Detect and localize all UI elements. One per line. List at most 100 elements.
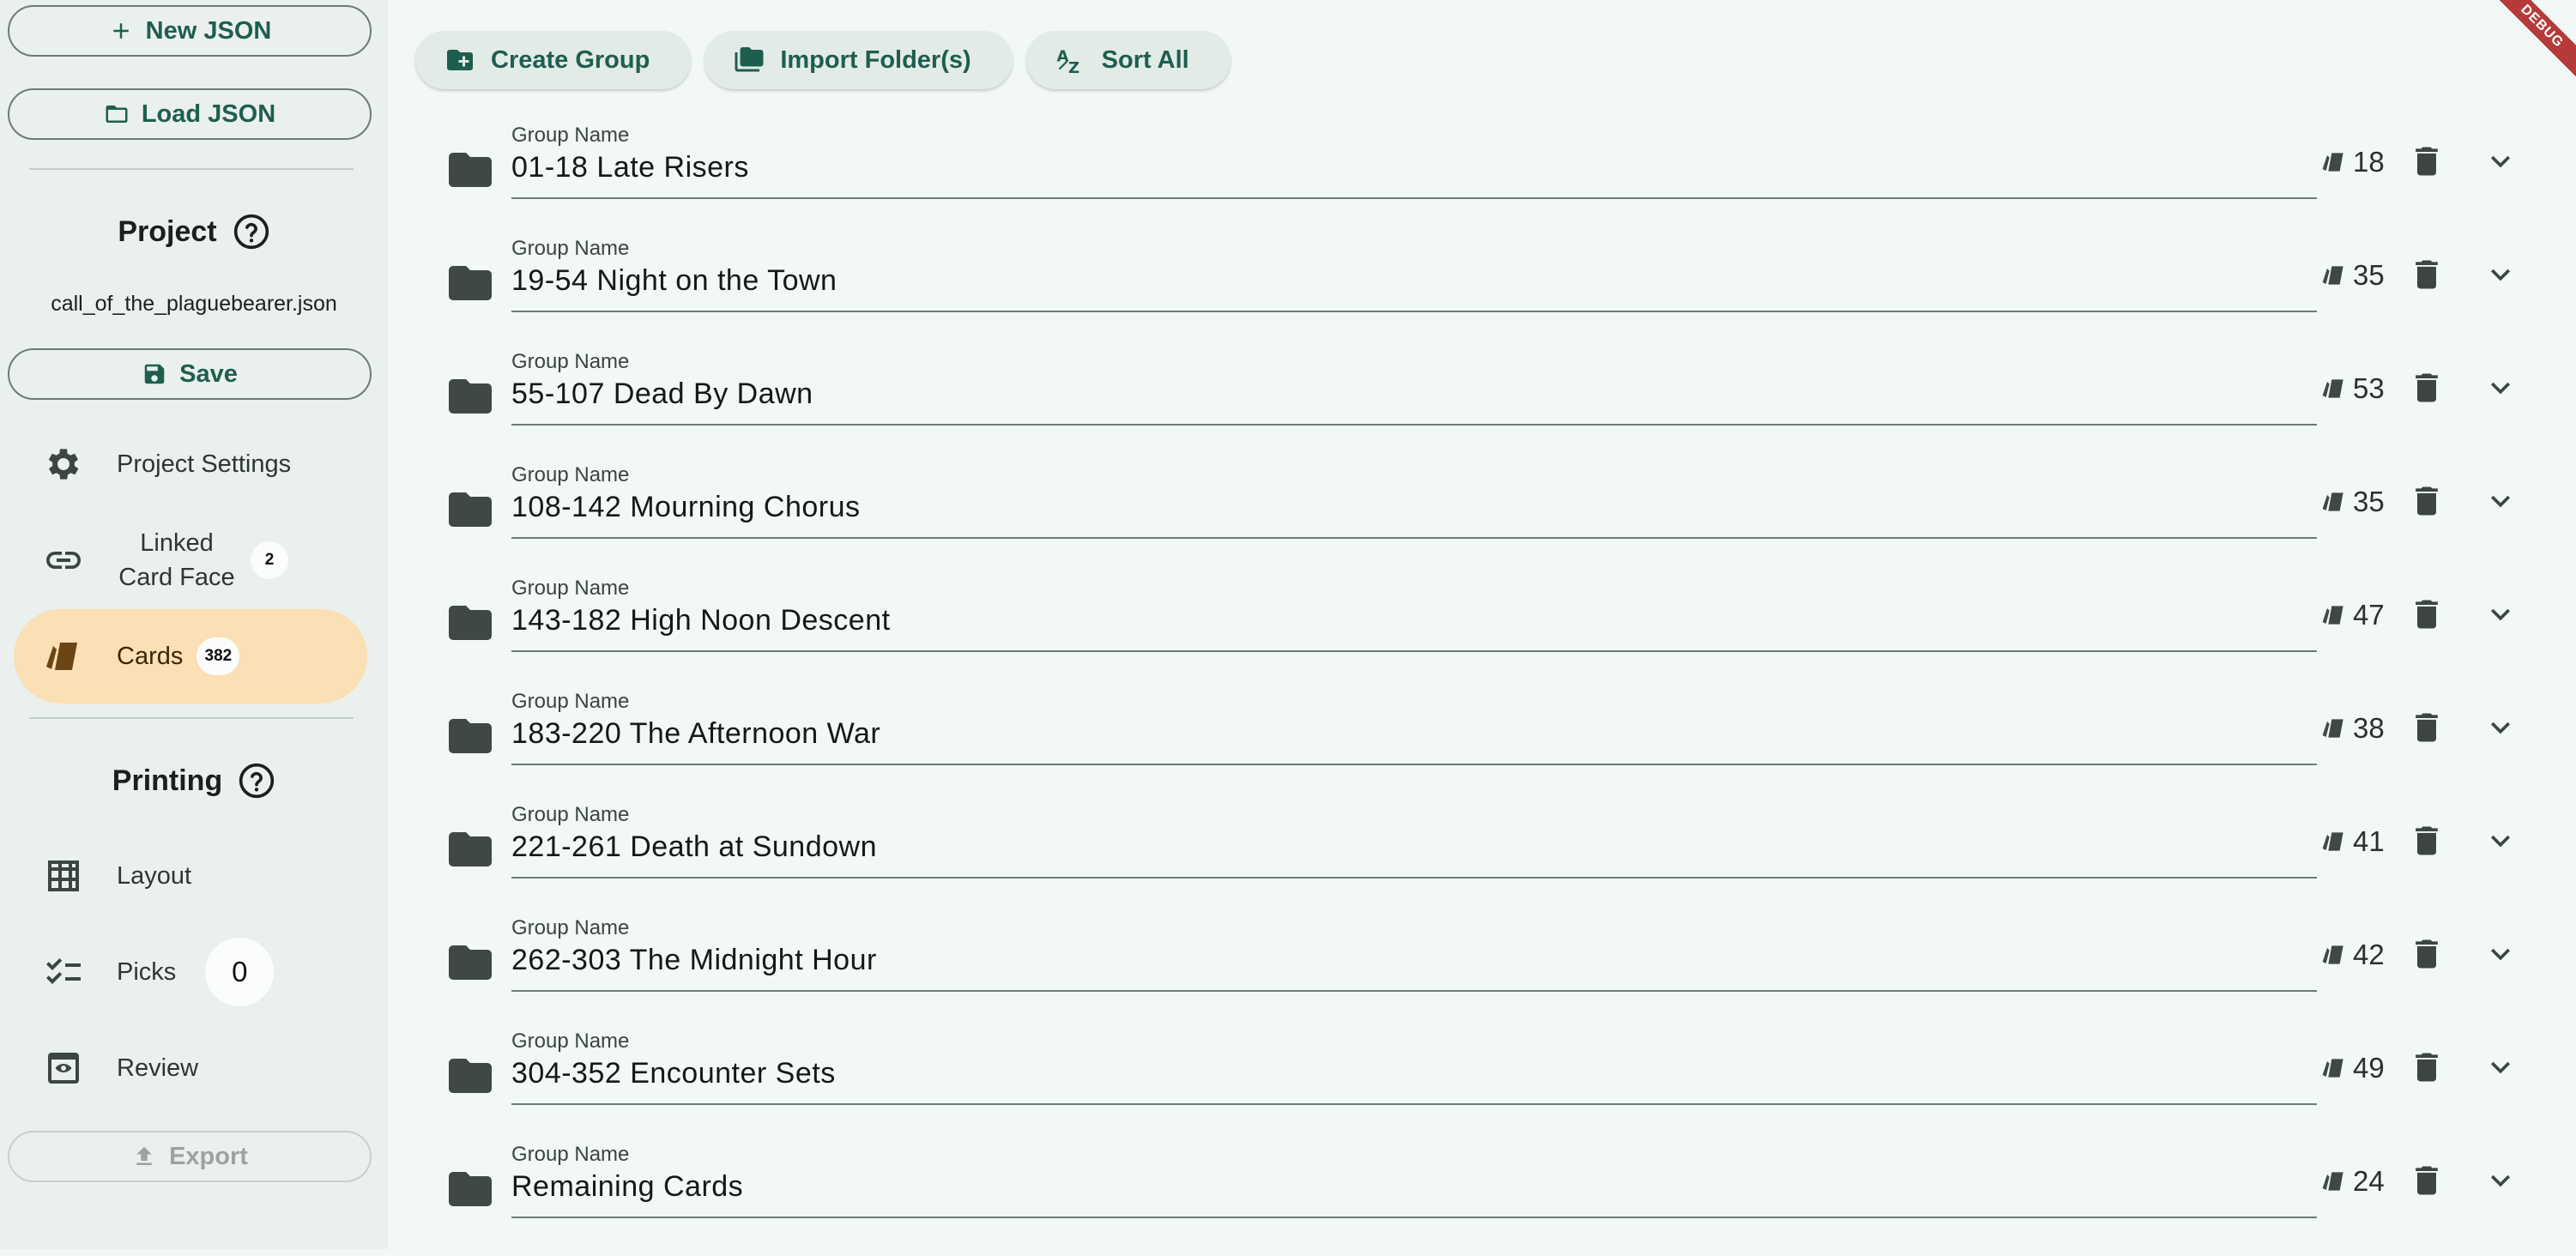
chevron-down-icon — [2491, 948, 2510, 961]
group-name-label: Group Name — [511, 690, 630, 713]
group-row: Group Name 221-261 Death at Sundown 41 — [415, 803, 2518, 916]
expand-group-button[interactable] — [2482, 1048, 2519, 1086]
nav-label-project-settings: Project Settings — [117, 450, 292, 478]
expand-group-button[interactable] — [2482, 482, 2519, 520]
group-name-field[interactable]: 183-220 The Afternoon War — [511, 717, 880, 751]
sort-all-button[interactable]: AZ Sort All — [1025, 31, 1231, 89]
delete-group-button[interactable] — [2408, 822, 2446, 860]
folder-icon — [444, 1050, 496, 1102]
delete-group-button[interactable] — [2408, 482, 2446, 520]
create-group-button[interactable]: Create Group — [415, 31, 692, 89]
cards-icon — [43, 636, 84, 677]
expand-group-button[interactable] — [2482, 935, 2519, 973]
link-icon — [43, 540, 84, 581]
cards-icon — [2322, 1172, 2343, 1191]
export-button[interactable]: Export — [8, 1131, 372, 1182]
import-folders-button[interactable]: Import Folder(s) — [704, 31, 1013, 89]
cards-count-badge: 382 — [197, 637, 240, 675]
delete-group-button[interactable] — [2408, 1048, 2446, 1086]
group-name-field[interactable]: 143-182 High Noon Descent — [511, 604, 891, 637]
nav-item-project-settings[interactable]: Project Settings — [14, 417, 367, 511]
group-row: Group Name 19-54 Night on the Town 35 — [415, 237, 2518, 350]
group-name-label: Group Name — [511, 463, 630, 486]
expand-group-button[interactable] — [2482, 822, 2519, 860]
delete-group-button[interactable] — [2408, 369, 2446, 407]
svg-text:A: A — [1056, 48, 1068, 66]
save-button[interactable]: Save — [8, 348, 372, 400]
group-name-field[interactable]: 221-261 Death at Sundown — [511, 830, 877, 864]
chevron-down-icon — [2491, 269, 2510, 281]
card-count: 18 — [2320, 141, 2398, 184]
cards-icon — [2322, 945, 2343, 964]
folder-icon — [444, 371, 496, 422]
folder-icon — [444, 257, 496, 309]
group-row: Group Name Remaining Cards 24 — [415, 1143, 2518, 1256]
expand-group-button[interactable] — [2482, 709, 2519, 746]
card-count-value: 35 — [2353, 259, 2385, 291]
help-icon[interactable] — [238, 762, 275, 800]
nav-item-linked-card-face[interactable]: Linked Card Face 2 — [14, 513, 367, 607]
field-underline — [511, 1103, 2317, 1105]
group-name-field[interactable]: 262-303 The Midnight Hour — [511, 944, 877, 977]
nav-label-layout: Layout — [117, 861, 192, 890]
card-count: 35 — [2320, 254, 2398, 297]
delete-group-button[interactable] — [2408, 142, 2446, 180]
cards-icon — [2322, 492, 2343, 511]
trash-icon — [2416, 826, 2438, 855]
group-name-field[interactable]: 55-107 Dead By Dawn — [511, 377, 813, 411]
group-name-field[interactable]: 01-18 Late Risers — [511, 151, 749, 184]
card-count-value: 38 — [2353, 712, 2385, 744]
chevron-down-icon — [2491, 608, 2510, 621]
trash-icon — [2416, 1166, 2438, 1195]
delete-group-button[interactable] — [2408, 1162, 2446, 1199]
sidebar: New JSON Load JSON Project call_of_the_p… — [0, 0, 388, 1249]
group-row: Group Name 143-182 High Noon Descent 47 — [415, 577, 2518, 690]
group-name-field[interactable]: Remaining Cards — [511, 1170, 743, 1204]
field-underline — [511, 197, 2317, 199]
nav-item-layout[interactable]: Layout — [14, 829, 367, 923]
project-filename: call_of_the_plaguebearer.json — [51, 292, 337, 316]
expand-group-button[interactable] — [2482, 369, 2519, 407]
delete-group-button[interactable] — [2408, 256, 2446, 293]
trash-icon — [2416, 713, 2438, 742]
group-name-label: Group Name — [511, 124, 630, 147]
expand-group-button[interactable] — [2482, 1162, 2519, 1199]
nav-item-cards[interactable]: Cards 382 — [14, 609, 367, 703]
group-name-label: Group Name — [511, 916, 630, 939]
gear-icon — [43, 444, 84, 485]
delete-group-button[interactable] — [2408, 595, 2446, 633]
sidebar-divider — [29, 168, 354, 170]
card-count: 49 — [2320, 1047, 2398, 1090]
field-underline — [511, 424, 2317, 426]
group-name-field[interactable]: 19-54 Night on the Town — [511, 264, 837, 298]
field-underline — [511, 311, 2317, 312]
load-json-button[interactable]: Load JSON — [8, 88, 372, 140]
help-icon[interactable] — [233, 213, 270, 251]
chevron-down-icon — [2491, 835, 2510, 848]
delete-group-button[interactable] — [2408, 709, 2446, 746]
delete-group-button[interactable] — [2408, 935, 2446, 973]
trash-icon — [2416, 600, 2438, 629]
create-folder-icon — [447, 50, 473, 70]
cards-icon — [2322, 266, 2343, 285]
expand-group-button[interactable] — [2482, 256, 2519, 293]
trash-icon — [2416, 147, 2438, 176]
expand-group-button[interactable] — [2482, 142, 2519, 180]
group-name-label: Group Name — [511, 1143, 630, 1166]
nav-label-linked-card-face: Linked Card Face — [118, 529, 235, 591]
chevron-down-icon — [2491, 155, 2510, 168]
group-row: Group Name 183-220 The Afternoon War 38 — [415, 690, 2518, 803]
cards-icon — [2322, 153, 2343, 172]
nav-item-picks[interactable]: Picks 0 — [14, 925, 367, 1019]
nav-item-review[interactable]: Review — [14, 1021, 367, 1115]
folder-open-icon — [106, 106, 128, 123]
card-count-value: 18 — [2353, 146, 2385, 178]
new-json-button[interactable]: New JSON — [8, 5, 372, 57]
group-name-field[interactable]: 108-142 Mourning Chorus — [511, 491, 861, 524]
folder-icon — [444, 597, 496, 649]
expand-group-button[interactable] — [2482, 595, 2519, 633]
card-count-value: 49 — [2353, 1052, 2385, 1084]
folder-icon — [444, 484, 496, 535]
group-name-field[interactable]: 304-352 Encounter Sets — [511, 1057, 836, 1090]
folders-icon — [735, 47, 764, 72]
